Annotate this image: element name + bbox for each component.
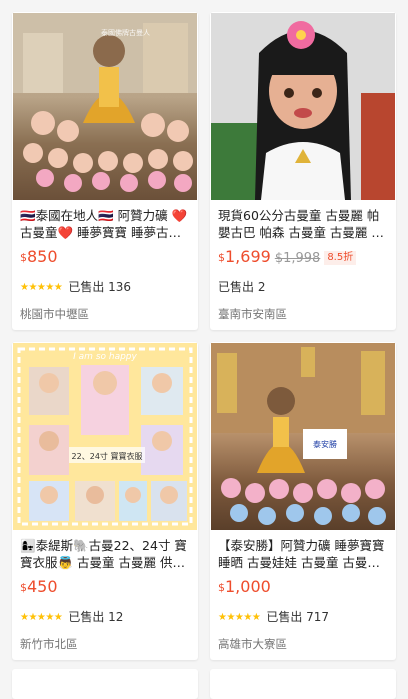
sold-count: 已售出 2 [218,280,266,294]
rating-stars-icon: ★★★★★ [218,612,261,623]
shop-location: 臺南市安南區 [218,307,287,321]
shop-location: 新竹市北區 [20,637,78,651]
rating-sold-row: ★★★★★ 已售出 12 [20,608,123,625]
discount-badge: 8.5折 [324,251,357,265]
sold-count: 已售出 136 [68,280,132,294]
currency-symbol: $ [20,251,27,264]
rating-stars-icon: ★★★★★ [20,612,63,623]
original-price: $1,998 [274,251,321,266]
price-row: $1,699 $1,998 8.5折 [218,247,357,271]
product-image[interactable] [211,13,395,200]
product-card[interactable]: 現貨60公分古曼童 古曼麗 帕嬰古巴 帕森 古曼童 古曼麗 美版 古曼麗 $1,… [210,12,396,330]
currency-symbol: $ [218,581,225,594]
rating-sold-row: ★★★★★ 已售出 136 [20,278,131,295]
price-row: $450 [20,577,58,601]
product-card[interactable]: 泰安勝 【泰安勝】阿贊力礦 睡夢寶寶 睡晒 古曼娃娃 古曼童 古曼麗 古曼童 $… [210,342,396,660]
product-grid: 泰國佛牌古曼人 🇹🇭泰國在地人🇹🇭 阿贊力礦 ❤️古曼童❤️ 睡夢寶寶 睡夢古曼… [0,0,408,699]
rating-sold-row: 已售出 2 [218,278,265,295]
sold-count: 已售出 12 [68,610,124,624]
product-price: 1,000 [225,577,271,596]
product-image[interactable]: I am so happy 22、24寸 寶寶衣服 [13,343,197,530]
product-image[interactable]: 泰國佛牌古曼人 [13,13,197,200]
price-row: $850 [20,247,58,271]
currency-symbol: $ [218,251,225,264]
product-card[interactable] [210,669,396,699]
shop-location: 桃園市中壢區 [20,307,89,321]
product-title[interactable]: 現貨60公分古曼童 古曼麗 帕嬰古巴 帕森 古曼童 古曼麗 美版 古曼麗 [218,207,390,241]
product-image[interactable]: 泰安勝 [211,343,395,530]
product-price: 850 [27,247,58,266]
product-price: 450 [27,577,58,596]
price-row: $1,000 [218,577,271,601]
sign-text: 泰安勝 [313,439,337,449]
shop-location: 高雄市大寮區 [218,637,287,651]
product-price: 1,699 [225,247,271,266]
rating-stars-icon: ★★★★★ [20,282,63,293]
rating-sold-row: ★★★★★ 已售出 717 [218,608,329,625]
product-title[interactable]: 👩‍👧泰緹斯🐘古曼22、24寸 寶寶衣服👼 古曼童 古曼麗 供奉古曼童 [20,537,192,571]
currency-symbol: $ [20,581,27,594]
product-card[interactable]: I am so happy 22、24寸 寶寶衣服 👩‍👧泰緹斯🐘古曼22、 [12,342,198,660]
caption-text: 22、24寸 寶寶衣服 [72,451,143,461]
banner-text: I am so happy [73,352,137,362]
product-card[interactable]: 泰國佛牌古曼人 🇹🇭泰國在地人🇹🇭 阿贊力礦 ❤️古曼童❤️ 睡夢寶寶 睡夢古曼… [12,12,198,330]
watermark-text: 泰國佛牌古曼人 [101,28,150,37]
product-title[interactable]: 🇹🇭泰國在地人🇹🇭 阿贊力礦 ❤️古曼童❤️ 睡夢寶寶 睡夢古曼 睡夢古曼童 [20,207,192,241]
product-card[interactable] [12,669,198,699]
sold-count: 已售出 717 [266,610,330,624]
product-title[interactable]: 【泰安勝】阿贊力礦 睡夢寶寶 睡晒 古曼娃娃 古曼童 古曼麗 古曼童 [218,537,390,571]
